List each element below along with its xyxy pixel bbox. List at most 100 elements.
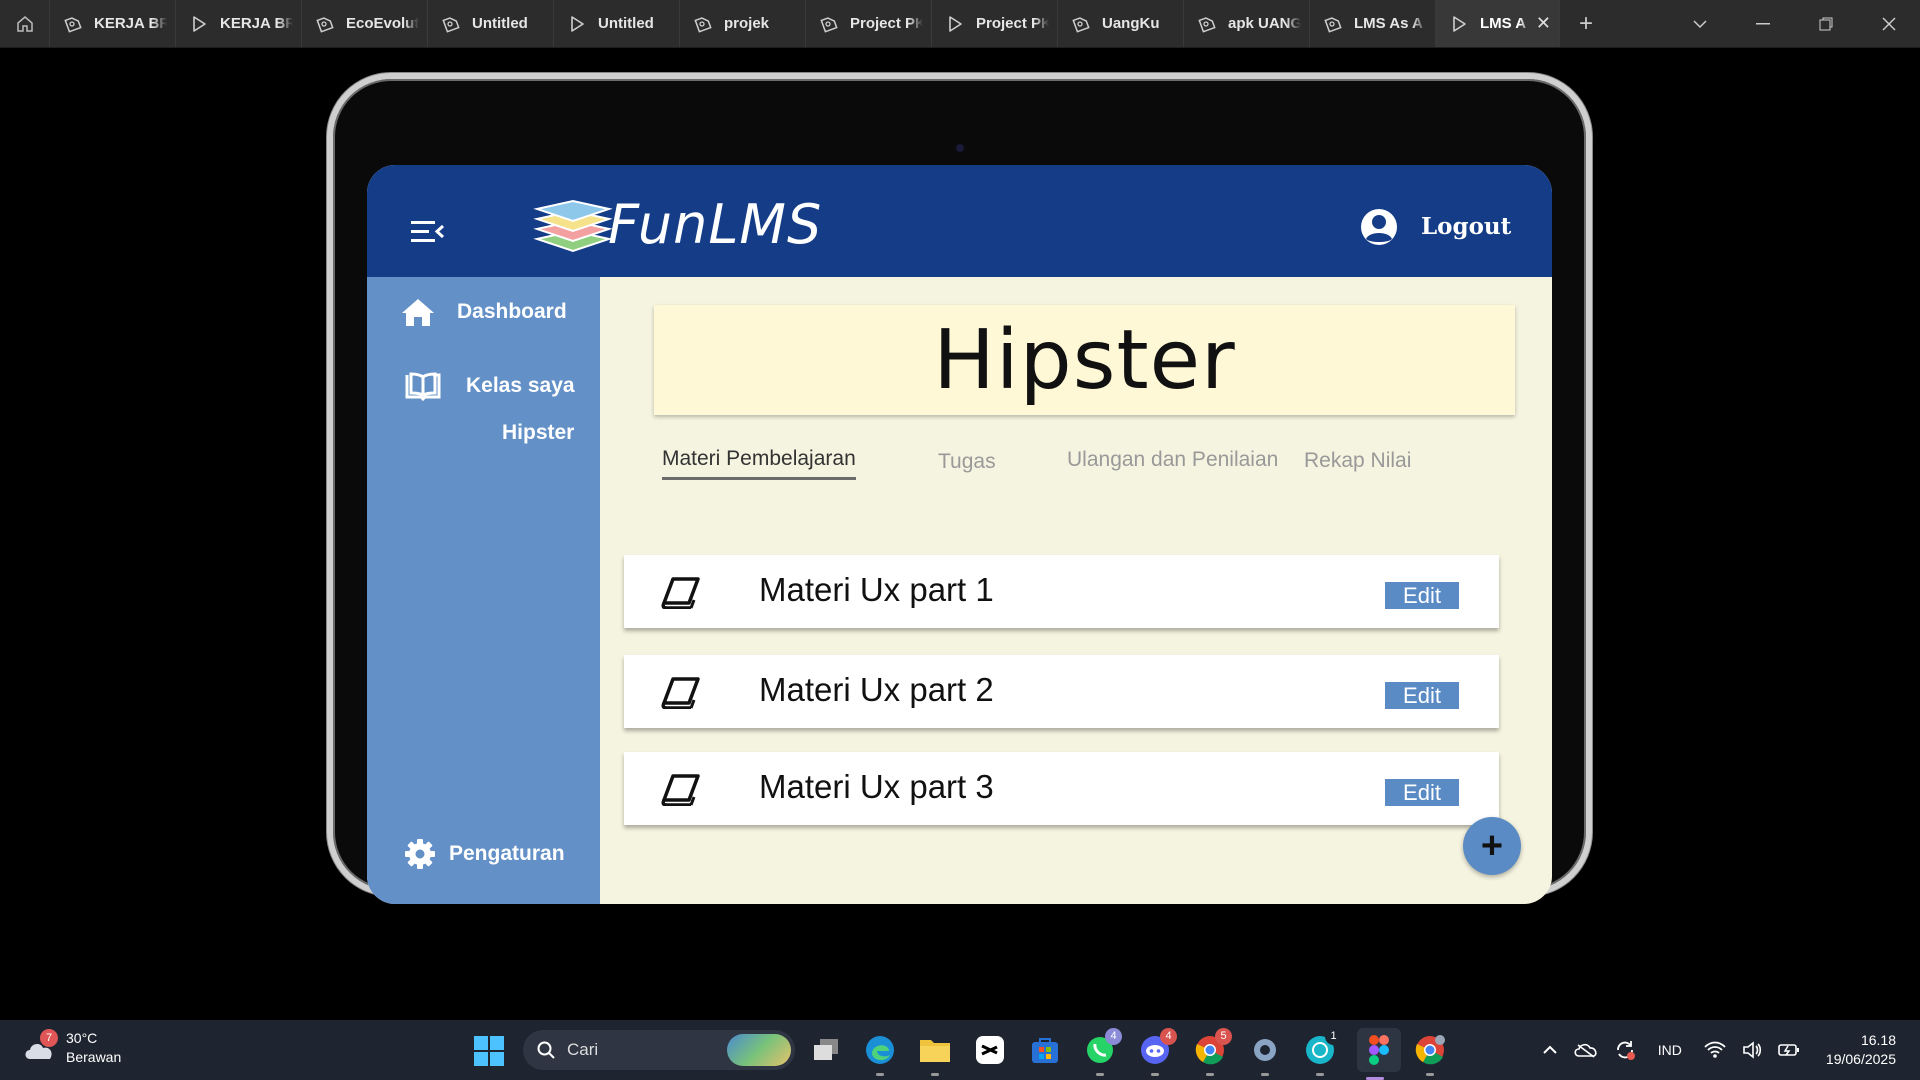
- book-icon: [661, 677, 700, 709]
- sidebar-item-dashboard[interactable]: Dashboard: [401, 297, 567, 327]
- figma-tab-bar: KERJA BR KERJA BR EcoEvoluti Untitled Untitl…: [0, 0, 1920, 48]
- minimize-button[interactable]: [1731, 0, 1794, 47]
- file-explorer-icon[interactable]: [917, 1032, 953, 1076]
- tab-label: LMS As A: [1354, 15, 1423, 32]
- list-item[interactable]: Materi Ux part 1 Edit: [624, 555, 1499, 628]
- figma-tab[interactable]: LMS A ✕: [1436, 0, 1560, 47]
- tab-label: LMS A: [1480, 15, 1527, 32]
- chrome-badge: 5: [1215, 1028, 1232, 1045]
- language-indicator[interactable]: IND: [1658, 1042, 1682, 1058]
- sidebar: Dashboard Kelas saya Hipster Pengaturan: [367, 277, 600, 904]
- chevron-up-icon[interactable]: [1542, 1045, 1558, 1055]
- restore-button[interactable]: [1794, 0, 1857, 47]
- list-item[interactable]: Materi Ux part 2 Edit: [624, 655, 1499, 728]
- figma-tab[interactable]: UangKu: [1058, 0, 1184, 47]
- windows-start-icon[interactable]: [474, 1036, 504, 1066]
- battery-charging-icon[interactable]: [1778, 1043, 1800, 1057]
- search-placeholder: Cari: [567, 1040, 599, 1059]
- material-title: Materi Ux part 2: [759, 671, 994, 708]
- book-icon: [661, 577, 700, 609]
- gear-icon: [405, 839, 435, 869]
- tab-label: UangKu: [1102, 15, 1160, 32]
- figma-file-icon: [820, 15, 838, 33]
- figma-tab[interactable]: LMS As A: [1310, 0, 1436, 47]
- figma-tab[interactable]: KERJA BR: [176, 0, 302, 47]
- camera-dot: [956, 144, 964, 152]
- whatsapp-icon[interactable]: 4: [1082, 1028, 1122, 1076]
- capcut-icon[interactable]: [972, 1032, 1008, 1068]
- edge-icon[interactable]: [862, 1032, 898, 1076]
- figma-tab[interactable]: Project PK: [806, 0, 932, 47]
- sidebar-item-label: Kelas saya: [466, 374, 575, 397]
- sidebar-item-label: Dashboard: [457, 300, 567, 323]
- weather-badge: 7: [40, 1029, 58, 1047]
- figma-file-icon: [316, 15, 334, 33]
- add-material-button[interactable]: +: [1463, 817, 1521, 875]
- tab-tugas[interactable]: Tugas: [938, 450, 996, 474]
- settings-app-icon[interactable]: [1247, 1032, 1283, 1076]
- figma-tab[interactable]: EcoEvoluti: [302, 0, 428, 47]
- sync-icon[interactable]: [1614, 1039, 1636, 1061]
- volume-icon[interactable]: [1742, 1041, 1762, 1059]
- figma-tab[interactable]: KERJA BR: [50, 0, 176, 47]
- tab-rekap-nilai[interactable]: Rekap Nilai: [1304, 449, 1411, 473]
- clock-date: 19/06/2025: [1825, 1051, 1896, 1067]
- new-tab-button[interactable]: +: [1560, 0, 1612, 47]
- tab-label: apk UANG: [1228, 15, 1301, 32]
- sidebar-subitem-hipster[interactable]: Hipster: [502, 421, 574, 445]
- figma-tab[interactable]: Untitled: [554, 0, 680, 47]
- figma-tab[interactable]: Project PK: [932, 0, 1058, 47]
- edit-button[interactable]: Edit: [1385, 682, 1459, 709]
- course-title: Hipster: [933, 312, 1236, 408]
- list-item[interactable]: Materi Ux part 3 Edit: [624, 752, 1499, 825]
- clock[interactable]: 16.18 19/06/2025: [1826, 1031, 1896, 1069]
- sidebar-item-settings[interactable]: Pengaturan: [405, 839, 565, 869]
- books-logo-icon: [533, 199, 613, 253]
- tab-label: Project PK: [976, 15, 1049, 32]
- logout-button[interactable]: Logout: [1421, 213, 1511, 240]
- windows-taskbar: 7 30°C Berawan Cari 4 4 5 1 IND 16.18 19…: [0, 1020, 1920, 1080]
- figma-file-icon: [1072, 15, 1090, 33]
- tab-label: KERJA BR: [94, 15, 167, 32]
- cloud-icon: 7: [22, 1029, 58, 1063]
- menu-collapse-icon[interactable]: [411, 219, 445, 245]
- taskbar-search[interactable]: Cari: [523, 1030, 795, 1070]
- figma-file-icon: [694, 15, 712, 33]
- search-icon: [537, 1041, 555, 1059]
- brand-name: FunLMS: [608, 193, 823, 256]
- window-controls: [1668, 0, 1920, 47]
- chrome-profile-icon[interactable]: [1412, 1032, 1448, 1076]
- wifi-icon[interactable]: [1704, 1041, 1726, 1059]
- open-book-icon: [405, 372, 441, 401]
- close-window-button[interactable]: [1857, 0, 1920, 47]
- figma-tab[interactable]: Untitled: [428, 0, 554, 47]
- figma-file-icon: [1324, 15, 1342, 33]
- material-title: Materi Ux part 1: [759, 571, 994, 608]
- discord-icon[interactable]: 4: [1137, 1028, 1177, 1076]
- weather-widget[interactable]: 7 30°C Berawan: [22, 1029, 121, 1067]
- chrome-icon[interactable]: 5: [1192, 1028, 1232, 1076]
- tab-label: Project PK: [850, 15, 923, 32]
- user-account-icon[interactable]: [1360, 208, 1398, 246]
- tab-ulangan-dan-penilaian[interactable]: Ulangan dan Penilaian: [1067, 448, 1278, 472]
- figma-tab[interactable]: projek: [680, 0, 806, 47]
- sidebar-item-label: Pengaturan: [449, 842, 565, 865]
- tab-label: Untitled: [598, 15, 654, 32]
- home-icon[interactable]: [0, 0, 50, 47]
- edit-button[interactable]: Edit: [1385, 779, 1459, 806]
- material-title: Materi Ux part 3: [759, 768, 994, 805]
- system-tray: IND 16.18 19/06/2025: [1534, 1020, 1920, 1080]
- task-view-icon[interactable]: [808, 1032, 844, 1068]
- figma-tab[interactable]: apk UANG: [1184, 0, 1310, 47]
- store-icon[interactable]: [1027, 1032, 1063, 1068]
- close-tab-icon[interactable]: ✕: [1536, 13, 1551, 34]
- prototype-play-icon: [1450, 15, 1468, 33]
- figma-icon[interactable]: [1357, 1028, 1401, 1080]
- edit-button[interactable]: Edit: [1385, 582, 1459, 609]
- sidebar-item-kelas-saya[interactable]: Kelas saya: [405, 371, 575, 401]
- canva-icon[interactable]: 1: [1302, 1028, 1342, 1076]
- onedrive-icon[interactable]: [1574, 1042, 1598, 1058]
- tab-label: EcoEvoluti: [346, 15, 419, 32]
- chevron-down-icon[interactable]: [1668, 0, 1731, 47]
- tab-materi-pembelajaran[interactable]: Materi Pembelajaran: [662, 447, 856, 480]
